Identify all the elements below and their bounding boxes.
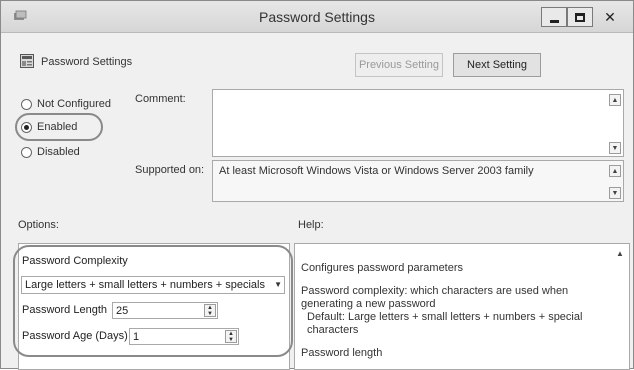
comment-scroll-down-icon[interactable]: ▼ — [609, 142, 621, 154]
policy-icon — [20, 54, 34, 68]
radio-label: Not Configured — [37, 98, 111, 110]
help-text: Password length — [301, 347, 383, 359]
policy-title: Password Settings — [41, 56, 133, 68]
radio-label: Disabled — [37, 146, 80, 158]
maximize-button[interactable] — [567, 7, 593, 27]
next-setting-button[interactable]: Next Setting — [453, 53, 541, 77]
help-scroll-up-icon[interactable]: ▲ — [613, 247, 627, 259]
maximize-icon — [575, 12, 585, 22]
close-icon: ✕ — [604, 9, 616, 25]
help-text: Password complexity: which characters ar… — [301, 285, 569, 310]
previous-setting-button[interactable]: Previous Setting — [355, 53, 443, 77]
minimize-icon — [549, 19, 559, 23]
minimize-button[interactable] — [541, 7, 567, 27]
radio-circle — [21, 146, 32, 158]
help-label: Help: — [298, 219, 324, 231]
help-text: Default: Large letters + small letters +… — [307, 311, 583, 336]
radio-label: Enabled — [37, 121, 78, 133]
highlight-oval-options — [13, 245, 293, 357]
comment-label: Comment: — [135, 93, 186, 105]
radio-enabled[interactable]: Enabled — [21, 121, 77, 133]
comment-textarea[interactable]: ▲ ▼ — [212, 89, 624, 157]
title-bar: Password Settings ✕ — [1, 1, 633, 33]
close-button[interactable]: ✕ — [593, 7, 627, 27]
supported-scroll-down-icon[interactable]: ▼ — [609, 187, 621, 199]
radio-not-configured[interactable]: Not Configured — [21, 98, 111, 110]
password-settings-window: Password Settings ✕ Password Settings Pr… — [0, 0, 634, 370]
window-title: Password Settings — [259, 9, 375, 25]
supported-on-value: At least Microsoft Windows Vista or Wind… — [219, 165, 534, 177]
radio-disabled[interactable]: Disabled — [21, 146, 80, 158]
help-panel: Configures password parameters Password … — [294, 243, 630, 370]
radio-circle — [21, 98, 32, 110]
supported-on-label: Supported on: — [135, 164, 205, 176]
supported-scroll-up-icon[interactable]: ▲ — [609, 165, 621, 177]
supported-on-field: At least Microsoft Windows Vista or Wind… — [212, 160, 624, 202]
comment-scroll-up-icon[interactable]: ▲ — [609, 94, 621, 106]
radio-selected-dot — [24, 124, 29, 130]
help-text: Configures password parameters — [301, 262, 464, 274]
radio-circle — [21, 121, 32, 133]
options-label: Options: — [18, 219, 59, 231]
